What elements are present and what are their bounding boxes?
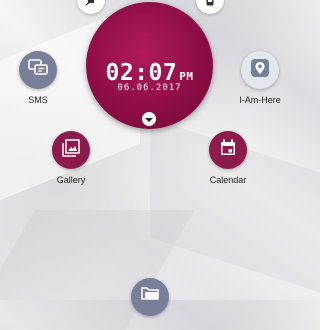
phone-button[interactable] xyxy=(196,0,224,14)
i-am-here-label: I-Am-Here xyxy=(239,95,281,105)
files-app-icon[interactable] xyxy=(131,278,169,316)
location-pin-icon xyxy=(249,57,271,84)
calendar-label: Calendar xyxy=(209,175,247,185)
bell-off-icon xyxy=(85,0,97,11)
gallery-label: Gallery xyxy=(56,175,86,185)
clock-ampm: PM xyxy=(179,70,194,83)
message-icon xyxy=(28,58,48,82)
clock-date: 06.06.2017 xyxy=(117,83,182,93)
folder-icon xyxy=(141,286,159,305)
gallery-app-icon[interactable] xyxy=(52,131,90,169)
app-gallery[interactable]: Gallery xyxy=(41,131,101,185)
bell-off-button[interactable] xyxy=(77,0,105,14)
calendar-app-icon[interactable] xyxy=(209,131,247,169)
gallery-icon xyxy=(62,138,80,162)
wallpaper-shard xyxy=(0,210,195,330)
sms-label: SMS xyxy=(28,95,48,105)
app-i-am-here[interactable]: I-Am-Here xyxy=(230,51,290,105)
chevron-down-icon xyxy=(145,110,153,128)
app-calendar[interactable]: Calendar xyxy=(198,131,258,185)
phone-icon xyxy=(206,0,214,11)
i-am-here-app-icon[interactable] xyxy=(241,51,279,89)
clock-widget[interactable]: 02:07 PM 06.06.2017 xyxy=(86,2,213,129)
app-sms[interactable]: SMS xyxy=(8,51,68,105)
sms-app-icon[interactable] xyxy=(19,51,57,89)
calendar-icon xyxy=(220,139,236,161)
expand-button[interactable] xyxy=(142,112,156,126)
